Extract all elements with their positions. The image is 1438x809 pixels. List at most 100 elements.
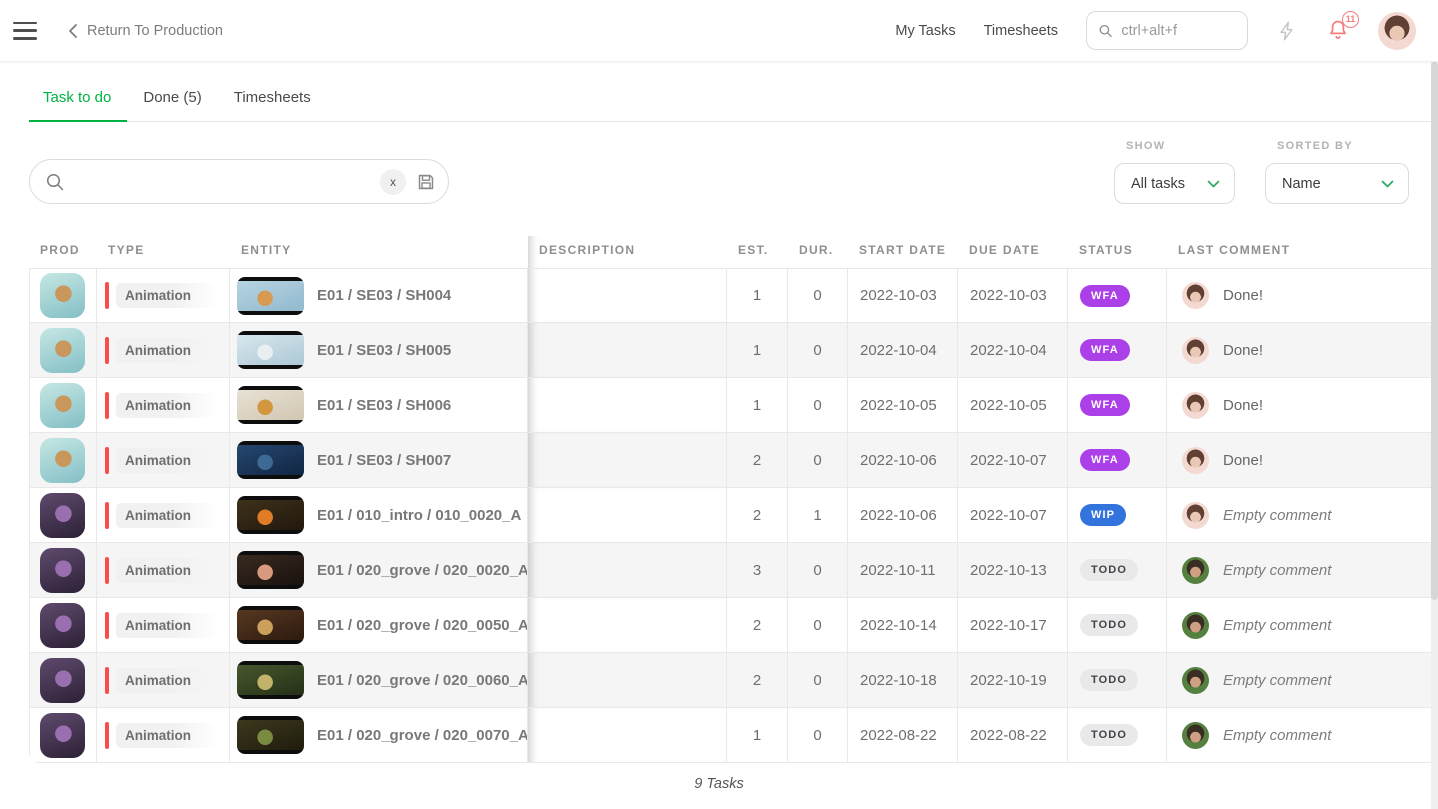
topbar: Return To Production My Tasks Timesheets…	[0, 0, 1438, 62]
table-body: Animation E01 / SE03 / SH004 1 0 2022-10…	[29, 268, 1438, 763]
type-cell: Animation	[97, 488, 230, 543]
entity-name: E01 / 010_intro / 010_0020_A	[317, 507, 521, 524]
task-type-label: Animation	[116, 668, 217, 693]
task-row[interactable]: Animation E01 / SE03 / SH005 1 0 2022-10…	[29, 323, 1438, 378]
task-row[interactable]: Animation E01 / 010_intro / 010_0020_A 2…	[29, 488, 1438, 543]
status-badge[interactable]: WFA	[1080, 339, 1130, 361]
duration-cell: 0	[788, 598, 848, 653]
production-thumbnail	[40, 548, 85, 593]
column-header: PROD	[29, 236, 97, 268]
status-badge[interactable]: TODO	[1080, 614, 1138, 636]
shot-thumbnail[interactable]	[237, 606, 304, 644]
start-date-cell: 2022-10-11	[848, 543, 958, 598]
notifications-button[interactable]: 11	[1326, 18, 1350, 44]
start-date-cell: 2022-10-03	[848, 268, 958, 323]
shot-thumbnail[interactable]	[237, 496, 304, 534]
shot-thumbnail[interactable]	[237, 551, 304, 589]
show-select[interactable]: All tasks	[1114, 163, 1235, 204]
task-row[interactable]: Animation E01 / SE03 / SH007 2 0 2022-10…	[29, 433, 1438, 488]
task-type-label: Animation	[116, 393, 217, 418]
global-search-input[interactable]	[1121, 23, 1235, 39]
due-date-cell: 2022-10-04	[958, 323, 1068, 378]
prod-cell	[29, 488, 97, 543]
nav-my-tasks[interactable]: My Tasks	[895, 23, 955, 39]
estimation-cell: 2	[727, 433, 788, 488]
commenter-avatar	[1182, 667, 1209, 694]
shot-thumbnail[interactable]	[237, 661, 304, 699]
vertical-scrollbar[interactable]	[1431, 62, 1438, 809]
nav-timesheets[interactable]: Timesheets	[984, 23, 1058, 39]
start-date-cell: 2022-10-06	[848, 488, 958, 543]
scrollbar-thumb[interactable]	[1431, 62, 1438, 600]
shot-thumbnail[interactable]	[237, 277, 304, 315]
task-row[interactable]: Animation E01 / 020_grove / 020_0020_A 3…	[29, 543, 1438, 598]
duration-cell: 0	[788, 378, 848, 433]
entity-cell: E01 / 020_grove / 020_0060_A	[230, 653, 528, 708]
task-type-color-bar	[105, 557, 109, 584]
status-badge[interactable]: WFA	[1080, 394, 1130, 416]
last-comment-text: Empty comment	[1223, 507, 1331, 524]
last-comment-cell: Done!	[1167, 433, 1438, 488]
type-cell: Animation	[97, 653, 230, 708]
last-comment-text: Done!	[1223, 342, 1263, 359]
tab-done[interactable]: Done (5)	[127, 89, 217, 121]
status-badge[interactable]: WIP	[1080, 504, 1126, 526]
task-row[interactable]: Animation E01 / 020_grove / 020_0050_A 2…	[29, 598, 1438, 653]
task-filter-search[interactable]: x	[29, 159, 449, 204]
shot-thumbnail[interactable]	[237, 716, 304, 754]
last-comment-text: Done!	[1223, 397, 1263, 414]
entity-name: E01 / SE03 / SH006	[317, 397, 451, 414]
status-badge[interactable]: TODO	[1080, 669, 1138, 691]
shot-thumbnail[interactable]	[237, 331, 304, 369]
column-header: TYPE	[97, 236, 230, 268]
task-filter-input[interactable]	[74, 173, 370, 190]
start-date-cell: 2022-10-06	[848, 433, 958, 488]
estimation-cell: 1	[727, 268, 788, 323]
estimation-cell: 1	[727, 708, 788, 763]
tab-task-to-do[interactable]: Task to do	[29, 89, 127, 121]
clear-filter-button[interactable]: x	[380, 169, 406, 195]
shot-thumbnail[interactable]	[237, 386, 304, 424]
status-badge[interactable]: TODO	[1080, 724, 1138, 746]
status-cell: TODO	[1068, 653, 1167, 708]
type-cell: Animation	[97, 268, 230, 323]
task-row[interactable]: Animation E01 / 020_grove / 020_0060_A 2…	[29, 653, 1438, 708]
tab-timesheets[interactable]: Timesheets	[218, 89, 327, 121]
last-comment-text: Done!	[1223, 287, 1263, 304]
task-row[interactable]: Animation E01 / SE03 / SH006 1 0 2022-10…	[29, 378, 1438, 433]
prod-cell	[29, 543, 97, 598]
task-tabs: Task to do Done (5) Timesheets	[29, 89, 1438, 122]
production-thumbnail	[40, 713, 85, 758]
prod-cell	[29, 378, 97, 433]
column-header: DUE DATE	[958, 236, 1068, 268]
task-row[interactable]: Animation E01 / SE03 / SH004 1 0 2022-10…	[29, 268, 1438, 323]
entity-cell: E01 / 020_grove / 020_0070_A	[230, 708, 528, 763]
start-date-cell: 2022-10-05	[848, 378, 958, 433]
status-badge[interactable]: TODO	[1080, 559, 1138, 581]
user-avatar[interactable]	[1378, 12, 1416, 50]
due-date-cell: 2022-10-19	[958, 653, 1068, 708]
last-comment-text: Empty comment	[1223, 672, 1331, 689]
entity-name: E01 / SE03 / SH007	[317, 452, 451, 469]
production-thumbnail	[40, 273, 85, 318]
commenter-avatar	[1182, 282, 1209, 309]
task-row[interactable]: Animation E01 / 020_grove / 020_0070_A 1…	[29, 708, 1438, 763]
status-badge[interactable]: WFA	[1080, 285, 1130, 307]
save-filter-button[interactable]	[416, 172, 436, 192]
duration-cell: 0	[788, 708, 848, 763]
sort-select[interactable]: Name	[1265, 163, 1409, 204]
lightning-icon	[1276, 20, 1298, 42]
quick-actions-button[interactable]	[1276, 20, 1298, 42]
global-search[interactable]	[1086, 11, 1248, 50]
production-thumbnail	[40, 603, 85, 648]
status-cell: WFA	[1068, 323, 1167, 378]
status-badge[interactable]: WFA	[1080, 449, 1130, 471]
due-date-cell: 2022-08-22	[958, 708, 1068, 763]
shot-thumbnail[interactable]	[237, 441, 304, 479]
menu-icon[interactable]	[13, 22, 37, 40]
description-cell	[528, 653, 727, 708]
back-link-label: Return To Production	[87, 23, 223, 39]
search-icon	[46, 173, 64, 191]
commenter-avatar	[1182, 447, 1209, 474]
back-to-production-link[interactable]: Return To Production	[67, 23, 223, 39]
